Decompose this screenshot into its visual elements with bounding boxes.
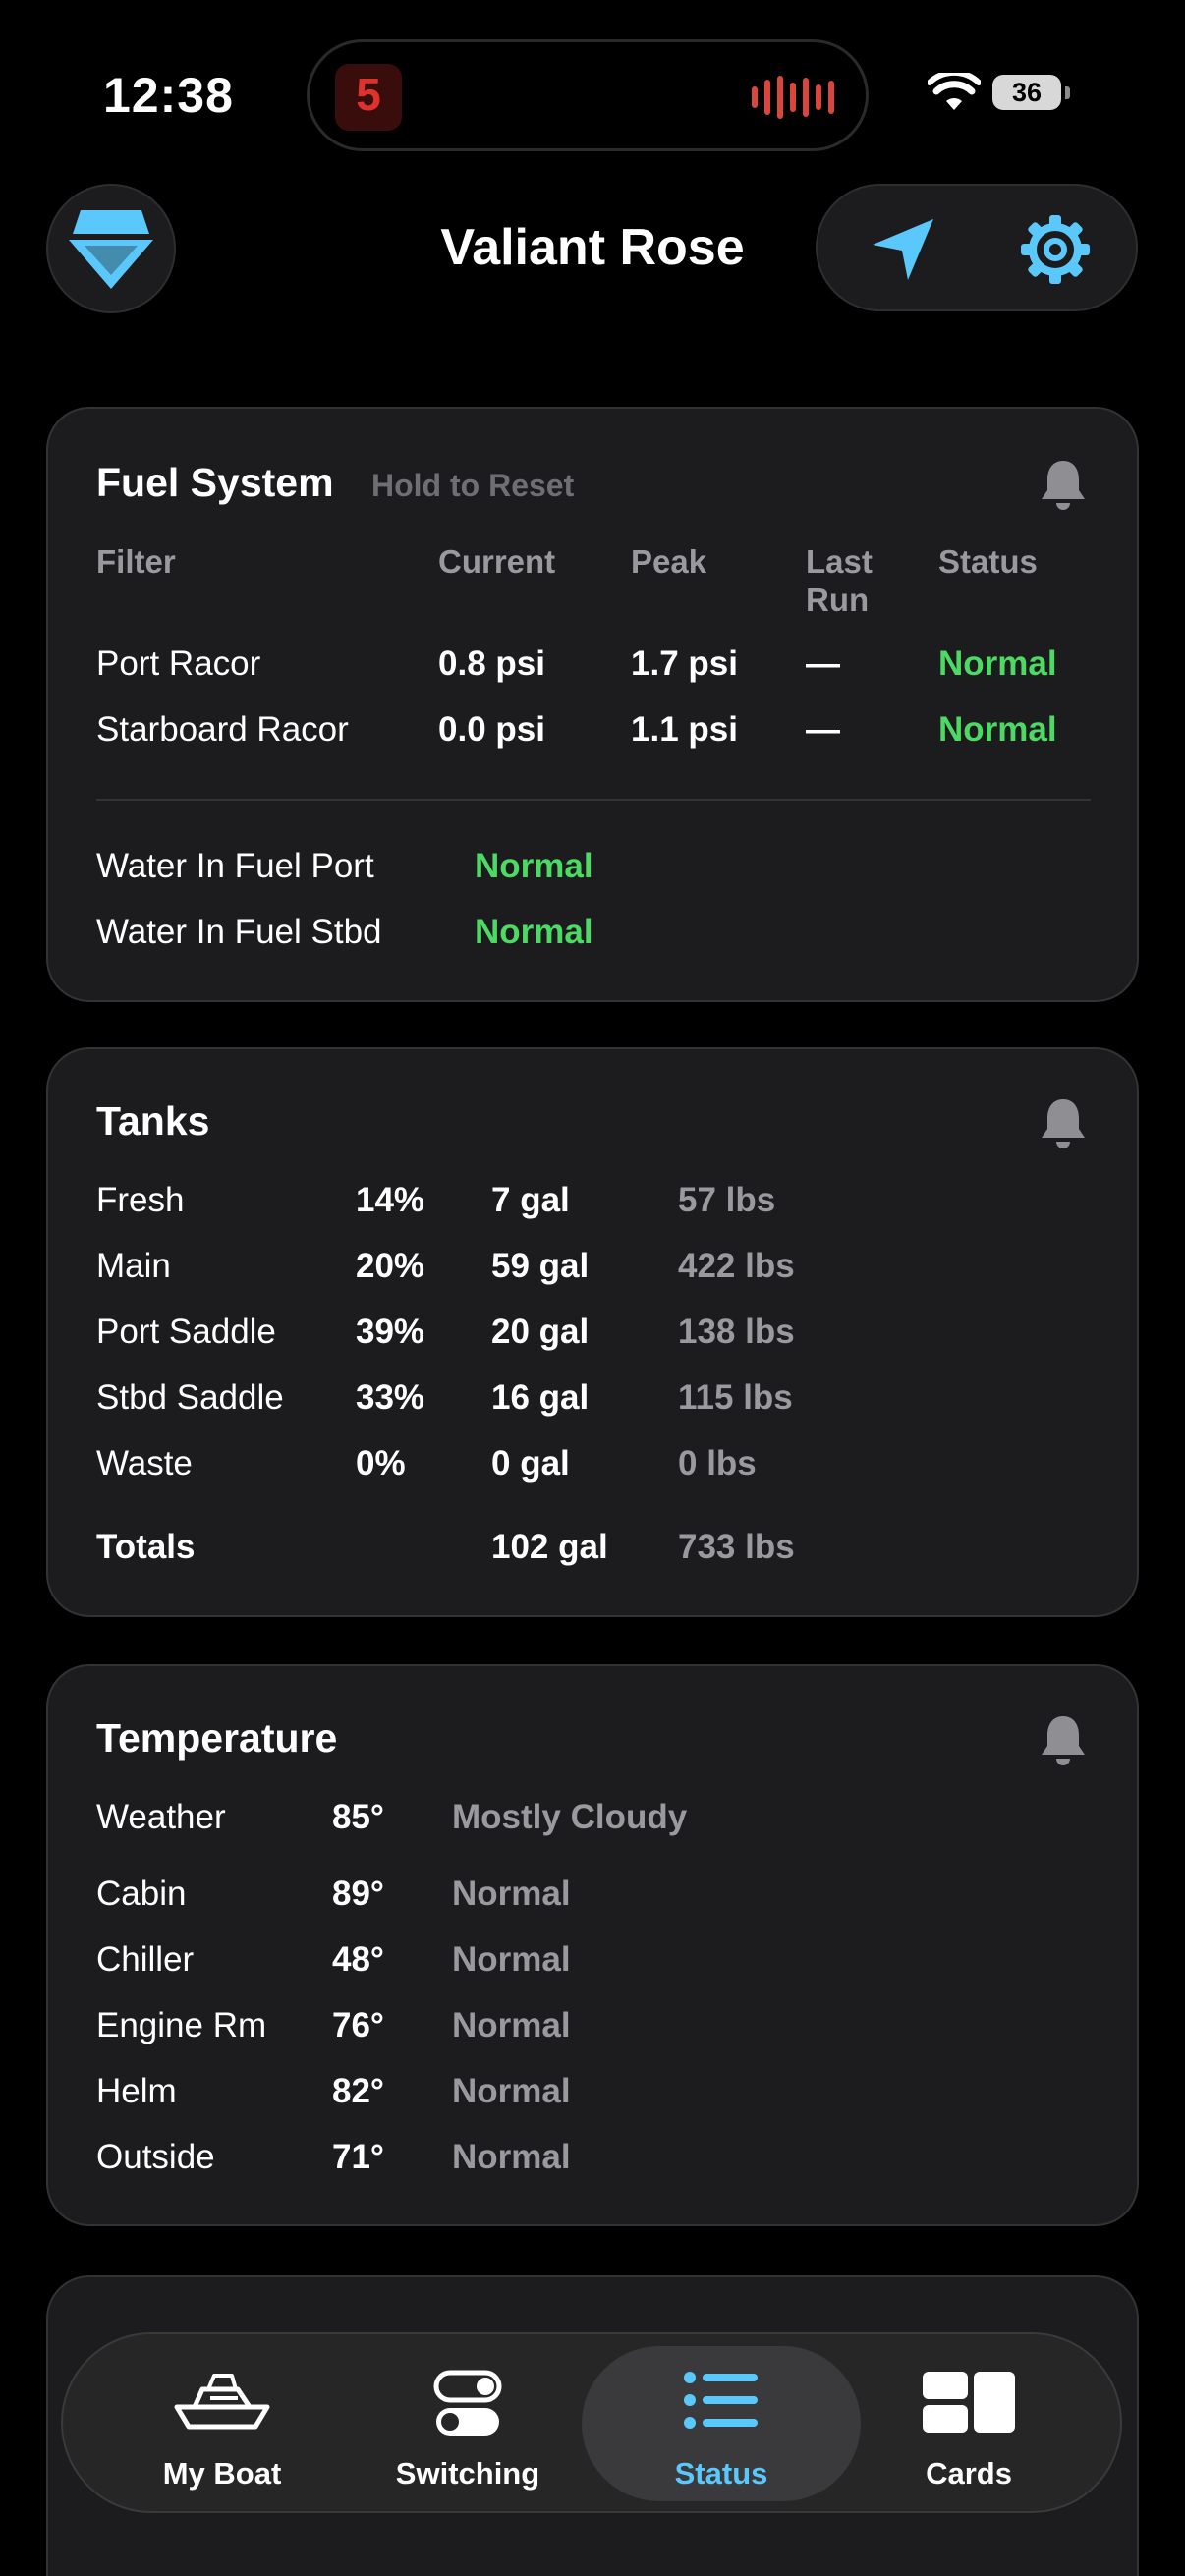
tank-gallons: 59 gal	[491, 1247, 590, 1285]
tank-weight: 422 lbs	[678, 1247, 795, 1285]
sensor-status: Normal	[452, 2138, 571, 2176]
divider	[96, 799, 1091, 801]
tank-weight: 0 lbs	[678, 1444, 757, 1483]
filter-peak: 1.1 psi	[631, 710, 738, 749]
header-actions	[816, 184, 1138, 311]
column-header-peak: Peak	[631, 543, 707, 580]
fuel-system-card[interactable]: Fuel System Hold to Reset Filter Current…	[46, 407, 1139, 1002]
tank-percent: 39%	[356, 1313, 425, 1351]
water-in-fuel-status: Normal	[475, 847, 593, 885]
card-title: Tanks	[96, 1098, 210, 1144]
water-in-fuel-status: Normal	[475, 913, 593, 951]
sensor-name: Chiller	[96, 1940, 195, 1979]
tank-percent: 33%	[356, 1378, 425, 1417]
tank-gallons: 0 gal	[491, 1444, 570, 1483]
sensor-value: 82°	[332, 2072, 384, 2110]
gear-icon[interactable]	[1019, 213, 1092, 286]
location-arrow-icon[interactable]	[869, 215, 937, 284]
battery-indicator: 36	[992, 75, 1061, 110]
sensor-status: Normal	[452, 1875, 571, 1913]
filter-name: Port Racor	[96, 644, 261, 683]
tank-percent: 0%	[356, 1444, 406, 1483]
sensor-status: Normal	[452, 1940, 571, 1979]
sensor-status: Normal	[452, 2006, 571, 2044]
filter-status: Normal	[938, 644, 1057, 683]
water-in-fuel-label: Water In Fuel Port	[96, 847, 374, 885]
bell-icon[interactable]	[1039, 1096, 1088, 1149]
tank-name: Fresh	[96, 1181, 185, 1219]
weather-value: 85°	[332, 1798, 384, 1836]
bottom-tab-bar: My Boat Switching Status Cards	[61, 2332, 1122, 2513]
reset-hint: Hold to Reset	[371, 468, 575, 503]
temperature-card[interactable]: Temperature Weather 85° Mostly Cloudy Ca…	[46, 1664, 1139, 2226]
totals-label: Totals	[96, 1528, 196, 1566]
tank-weight: 57 lbs	[678, 1181, 776, 1219]
totals-weight: 733 lbs	[678, 1528, 795, 1566]
filter-status: Normal	[938, 710, 1057, 749]
tank-name: Waste	[96, 1444, 193, 1483]
tank-gallons: 20 gal	[491, 1313, 590, 1351]
tank-name: Main	[96, 1247, 171, 1285]
tank-weight: 115 lbs	[678, 1378, 793, 1417]
bell-icon[interactable]	[1039, 1713, 1088, 1766]
cards-icon	[923, 2372, 1015, 2433]
column-header-filter: Filter	[96, 543, 176, 580]
card-title: Temperature	[96, 1715, 338, 1761]
weather-status: Mostly Cloudy	[452, 1798, 688, 1836]
boat-icon	[174, 2374, 270, 2430]
audio-waveform-icon	[752, 76, 834, 119]
filter-current: 0.8 psi	[438, 644, 545, 683]
tab-label: My Boat	[162, 2456, 282, 2491]
tab-label: Switching	[395, 2456, 540, 2491]
tab-my-boat[interactable]: My Boat	[83, 2346, 362, 2501]
tank-gallons: 7 gal	[491, 1181, 570, 1219]
filter-peak: 1.7 psi	[631, 644, 738, 683]
tank-name: Stbd Saddle	[96, 1378, 284, 1417]
column-header-last-run: Last Run	[806, 543, 873, 618]
tank-weight: 138 lbs	[678, 1313, 795, 1351]
tanks-card[interactable]: Tanks Fresh 14% 7 gal 57 lbs Main 20% 59…	[46, 1047, 1139, 1617]
tank-percent: 20%	[356, 1247, 425, 1285]
sensor-name: Outside	[96, 2138, 215, 2176]
filter-name: Starboard Racor	[96, 710, 349, 749]
filter-last-run: —	[806, 644, 840, 683]
sensor-value: 71°	[332, 2138, 384, 2176]
tab-status[interactable]: Status	[582, 2346, 861, 2501]
wifi-icon	[928, 73, 981, 110]
water-in-fuel-label: Water In Fuel Stbd	[96, 913, 382, 951]
totals-gallons: 102 gal	[491, 1528, 608, 1566]
filter-current: 0.0 psi	[438, 710, 545, 749]
sensor-value: 48°	[332, 1940, 384, 1979]
sensor-status: Normal	[452, 2072, 571, 2110]
now-playing-artwork: 5	[335, 64, 402, 131]
sensor-name: Cabin	[96, 1875, 187, 1913]
sensor-name: Helm	[96, 2072, 177, 2110]
filter-last-run: —	[806, 710, 840, 749]
dynamic-island[interactable]: 5	[307, 39, 869, 151]
status-screen: 12:38 5 36 Valiant Rose Fuel System Hold…	[0, 0, 1185, 2576]
list-icon	[684, 2372, 758, 2429]
sensor-value: 89°	[332, 1875, 384, 1913]
column-header-status: Status	[938, 543, 1038, 580]
tab-label: Status	[674, 2456, 768, 2491]
bell-icon[interactable]	[1039, 458, 1088, 511]
toggles-icon	[433, 2370, 502, 2436]
status-time: 12:38	[103, 68, 234, 123]
tank-percent: 14%	[356, 1181, 425, 1219]
card-title: Fuel System	[96, 460, 334, 505]
sensor-name: Engine Rm	[96, 2006, 267, 2044]
battery-tip	[1065, 86, 1070, 99]
column-header-current: Current	[438, 543, 556, 580]
sensor-value: 76°	[332, 2006, 384, 2044]
weather-label: Weather	[96, 1798, 226, 1836]
tab-label: Cards	[926, 2456, 1012, 2491]
tab-switching[interactable]: Switching	[328, 2346, 607, 2501]
tab-cards[interactable]: Cards	[829, 2346, 1108, 2501]
tank-name: Port Saddle	[96, 1313, 276, 1351]
tank-gallons: 16 gal	[491, 1378, 590, 1417]
